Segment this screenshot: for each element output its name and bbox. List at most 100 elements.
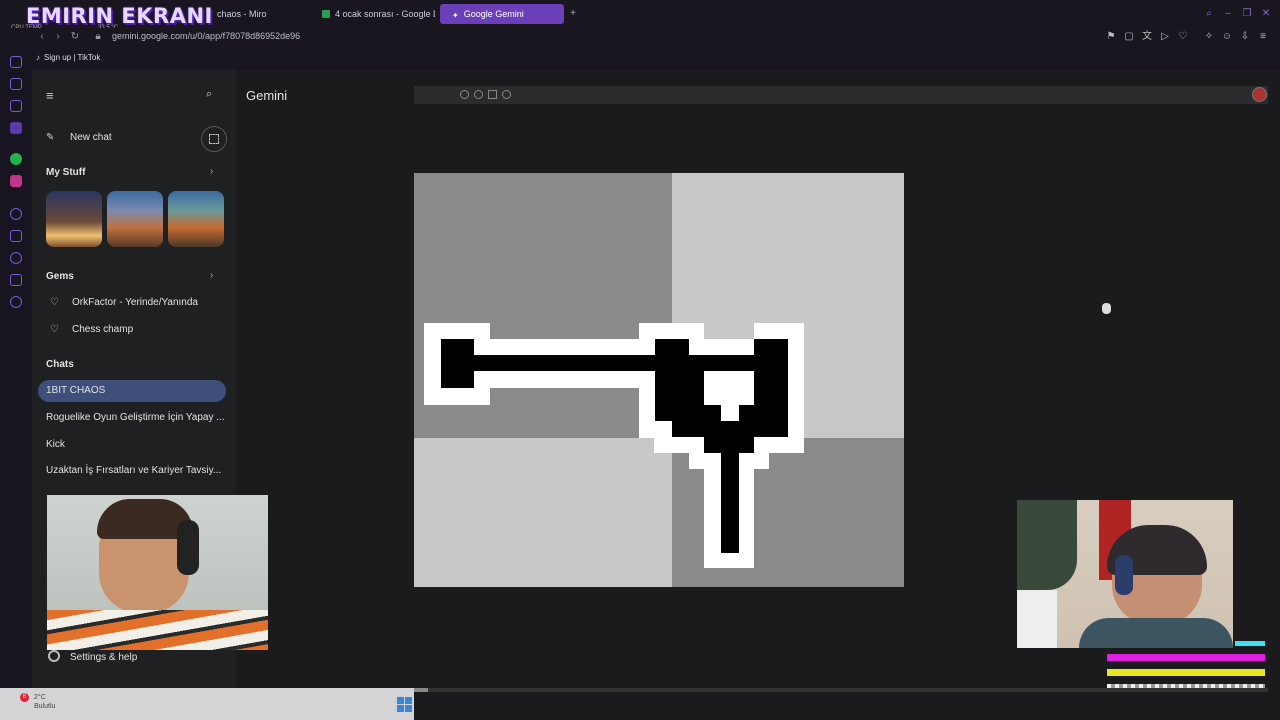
zoom-reset-icon[interactable]	[474, 90, 483, 99]
new-chat-button[interactable]: ✎ New chat	[46, 132, 112, 143]
edit-icon: ✎	[46, 132, 55, 143]
heart-icon[interactable]: ♡	[1177, 31, 1189, 43]
bookmarks-bar: ♪ Sign up | TikTok	[0, 48, 1280, 70]
chats-header: Chats	[46, 359, 74, 370]
lock-icon: 🔒︎	[95, 31, 101, 42]
browser-side-rail	[0, 48, 32, 688]
win-pane	[405, 697, 412, 704]
avatar[interactable]	[1252, 87, 1267, 102]
extensions-icon[interactable]: ✧	[1203, 31, 1215, 43]
rail-extensions-icon[interactable]	[10, 274, 22, 286]
tab-google-docs[interactable]: 4 ocak sonrası - Google D	[310, 4, 435, 24]
screen: chaos - Miro 4 ocak sonrası - Google D ✦…	[0, 0, 1280, 720]
hamburger-menu-icon[interactable]: ≡	[46, 88, 54, 103]
profile-icon[interactable]: ☺	[1221, 31, 1233, 43]
chat-item-1bit-chaos[interactable]: 1BIT CHAOS	[46, 385, 105, 396]
gem-item-chess-champ[interactable]: ♡ Chess champ	[50, 324, 133, 335]
image-thumbnail-1[interactable]	[46, 191, 102, 247]
my-stuff-header[interactable]: My Stuff	[46, 167, 85, 178]
gemini-icon: ✦	[452, 11, 459, 20]
new-chat-label: New chat	[70, 132, 112, 143]
headphones	[1115, 555, 1133, 595]
temporary-chat-icon	[209, 134, 219, 144]
meter-cyan	[1235, 641, 1265, 646]
translate-icon[interactable]: 文	[1141, 31, 1153, 43]
restore-icon[interactable]: ❐	[1241, 8, 1253, 20]
reload-icon[interactable]: ↻	[69, 31, 81, 43]
google-drive-icon	[322, 10, 330, 18]
chat-item-roguelike[interactable]: Roguelike Oyun Geliştirme İçin Yapay ...	[46, 412, 225, 423]
rail-gear-icon[interactable]	[10, 296, 22, 308]
windows-start-icon[interactable]	[397, 697, 413, 713]
stream-overlay-title: EMIRIN EKRANI	[26, 4, 213, 28]
christmas-tree	[1017, 500, 1077, 590]
video-scrub-progress	[414, 688, 428, 692]
rail-history-icon[interactable]	[10, 252, 22, 264]
win-pane	[405, 705, 412, 712]
whatsapp-icon[interactable]	[10, 153, 22, 165]
settings-gear-icon	[48, 650, 60, 662]
forward-icon[interactable]: ›	[52, 31, 64, 43]
rail-settings-icon[interactable]	[10, 100, 22, 112]
zoom-out-icon[interactable]	[460, 90, 469, 99]
image-viewer-toolbar	[414, 86, 1268, 104]
my-stuff-thumbnails	[46, 191, 226, 247]
tab-label: 4 ocak sonrası - Google D	[335, 9, 435, 19]
instagram-icon[interactable]	[10, 175, 22, 187]
gem-item-orkfactor[interactable]: ♡ OrkFactor - Yerinde/Yanında	[50, 297, 198, 308]
tiktok-icon: ♪	[36, 53, 40, 62]
tab-label: chaos - Miro	[217, 9, 267, 19]
image-thumbnail-2[interactable]	[107, 191, 163, 247]
new-tab-icon[interactable]: +	[567, 8, 579, 20]
weather-widget[interactable]: 2°C Bulutlu	[34, 694, 55, 710]
mouse-cursor	[1102, 303, 1111, 314]
zoom-in-icon[interactable]	[502, 90, 511, 99]
webcam-feed-host	[47, 495, 268, 650]
close-icon[interactable]: ✕	[1260, 8, 1272, 20]
settings-help-button[interactable]: Settings & help	[48, 650, 137, 663]
rail-bookmarks-icon[interactable]	[10, 230, 22, 242]
generated-pixel-art-image	[414, 173, 904, 587]
sweater	[1079, 618, 1233, 648]
bookmark-tiktok[interactable]: ♪ Sign up | TikTok	[36, 53, 100, 62]
headphones	[177, 520, 199, 575]
back-icon[interactable]: ‹	[36, 31, 48, 43]
gems-header[interactable]: Gems	[46, 271, 74, 282]
bookmark-icon[interactable]: ⚑	[1105, 31, 1117, 43]
menu-icon[interactable]: ≡	[1257, 31, 1269, 43]
url-field[interactable]: gemini.google.com/u/0/app/f78078d86952de…	[112, 31, 300, 41]
webcam-feed-guest	[1017, 500, 1233, 648]
gem-heart-icon: ♡	[50, 324, 59, 335]
rail-messenger-icon[interactable]	[10, 122, 22, 134]
download-icon[interactable]: ⇩	[1239, 31, 1251, 43]
weather-condition: Bulutlu	[34, 703, 56, 710]
temporary-chat-button[interactable]	[201, 126, 227, 152]
fit-icon[interactable]	[488, 90, 497, 99]
meter-yellow	[1107, 669, 1265, 676]
search-chats-icon[interactable]: ⌕	[206, 88, 212, 101]
gem-label: Chess champ	[72, 324, 134, 335]
address-bar: ‹ › ↻ 🔒︎ gemini.google.com/u/0/app/f7807…	[0, 28, 1280, 48]
settings-label: Settings & help	[70, 652, 138, 663]
chat-item-kick[interactable]: Kick	[46, 439, 65, 450]
play-icon[interactable]: ▷	[1159, 31, 1171, 43]
image-thumbnail-3[interactable]	[168, 191, 224, 247]
tab-label: Google Gemini	[463, 9, 524, 19]
gem-label: OrkFactor - Yerinde/Yanında	[72, 297, 198, 308]
video-scrub-bar[interactable]	[414, 688, 1268, 692]
rail-player-icon[interactable]	[10, 208, 22, 220]
screenshot-icon[interactable]: ▢	[1123, 31, 1135, 43]
tab-miro[interactable]: chaos - Miro	[205, 4, 305, 24]
rail-refresh-icon[interactable]	[10, 56, 22, 68]
gems-chevron-icon[interactable]: ›	[210, 270, 213, 281]
weather-temp: 2°C	[34, 694, 46, 701]
search-icon[interactable]: ⌕	[1203, 8, 1215, 20]
rail-wallet-icon[interactable]	[10, 78, 22, 90]
chat-item-uzaktan[interactable]: Uzaktan İş Fırsatları ve Kariyer Tavsiy.…	[46, 465, 221, 476]
gem-heart-icon: ♡	[50, 297, 59, 308]
meter-magenta	[1107, 654, 1265, 661]
tab-google-gemini[interactable]: ✦ Google Gemini	[440, 4, 564, 24]
minimize-icon[interactable]: –	[1222, 8, 1234, 20]
my-stuff-chevron-icon[interactable]: ›	[210, 166, 213, 177]
taskbar-overlay	[414, 688, 1280, 720]
